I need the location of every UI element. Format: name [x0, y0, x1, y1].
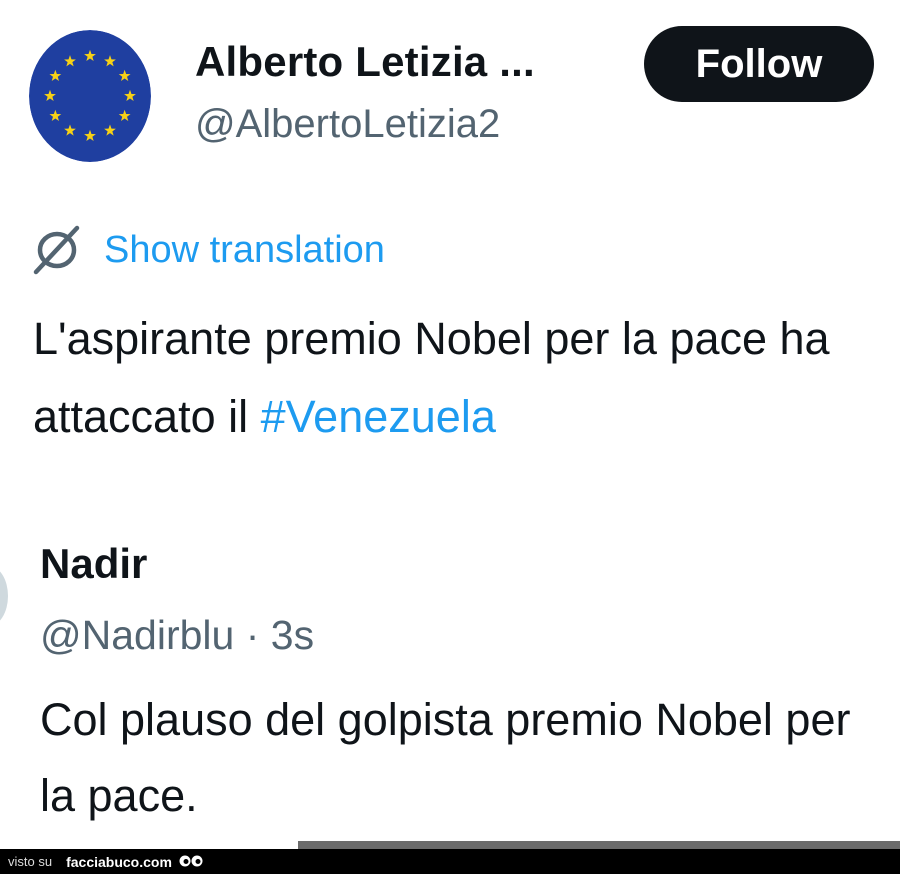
- show-translation-label: Show translation: [104, 228, 385, 271]
- watermark-bar: visto su facciabuco.com: [0, 849, 900, 874]
- reply-separator: ·: [245, 612, 260, 658]
- author-handle[interactable]: @AlbertoLetizia2: [195, 102, 500, 147]
- eu-flag-icon[interactable]: [29, 30, 151, 162]
- translate-icon: [33, 225, 80, 275]
- show-translation-link[interactable]: Show translation: [30, 222, 385, 278]
- watermark-prefix: visto su: [8, 854, 53, 869]
- watermark-brand: facciabuco.com: [66, 853, 172, 870]
- hashtag-link[interactable]: #Venezuela: [261, 391, 496, 442]
- reply-timestamp[interactable]: 3s: [271, 612, 314, 658]
- reply-meta: @Nadirblu · 3s: [40, 612, 314, 659]
- tweet-text: L'aspirante premio Nobel per la pace ha …: [33, 300, 883, 456]
- author-name[interactable]: Alberto Letizia ...: [195, 38, 535, 86]
- reply-text: Col plauso del golpista premio Nobel per…: [40, 694, 851, 821]
- follow-button[interactable]: Follow: [644, 26, 874, 102]
- reply-author-name[interactable]: Nadir: [40, 540, 147, 588]
- divider: [298, 841, 900, 849]
- eyes-logo-icon: [179, 855, 203, 866]
- reply-author-handle[interactable]: @Nadirblu: [40, 612, 234, 658]
- reply-avatar-edge: [0, 566, 8, 626]
